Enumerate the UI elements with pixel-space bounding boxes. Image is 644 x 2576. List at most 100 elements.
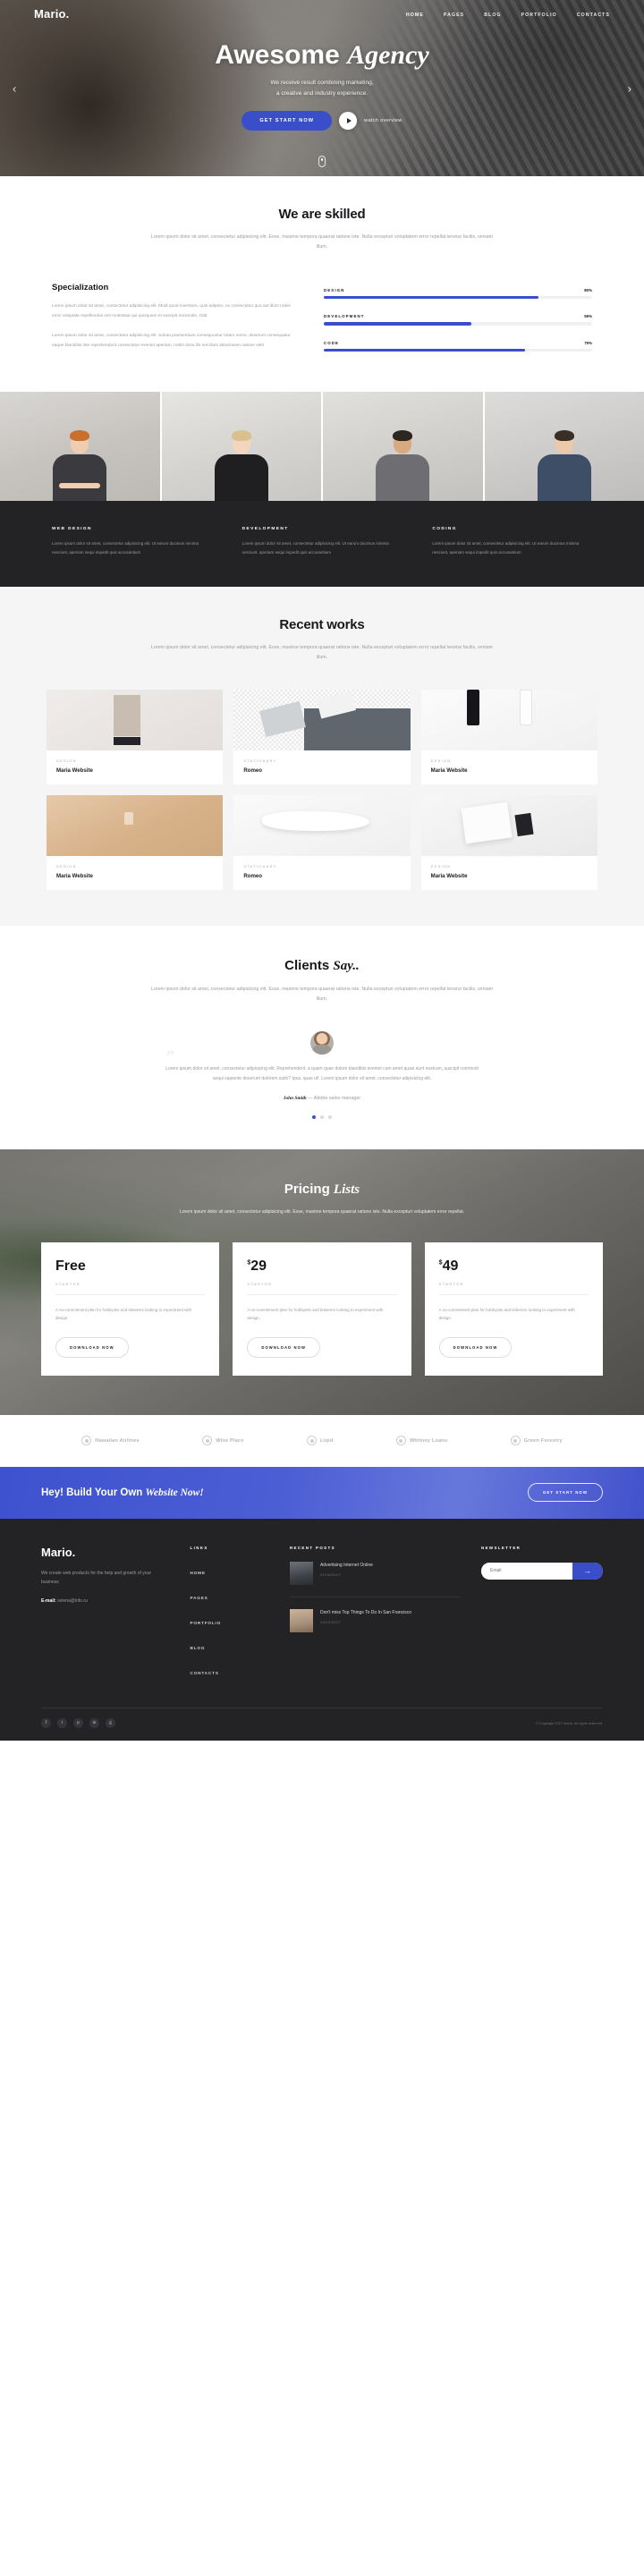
- carousel-dot-3[interactable]: [328, 1115, 332, 1120]
- footer-brand-block: Mario. We create web products for the he…: [41, 1546, 169, 1688]
- partner-logo-liqid[interactable]: Liqid: [307, 1436, 333, 1446]
- footer-post-item[interactable]: Advertising Internet Online 01/06/2017: [289, 1550, 460, 1597]
- cta-get-start-button[interactable]: GET START NOW: [527, 1483, 603, 1503]
- footer-link-home[interactable]: HOME: [191, 1571, 206, 1575]
- work-card[interactable]: DESIGN Maria Website: [47, 795, 224, 891]
- site-logo[interactable]: Mario.: [34, 7, 69, 21]
- nav-item-contacts[interactable]: CONTACTS: [577, 10, 610, 18]
- hero-section: Mario. HOME PAGES BLOG PORTFOLIO CONTACT…: [0, 0, 644, 176]
- pricing-plan-49-download-button[interactable]: DOWNLOAD NOW: [438, 1336, 513, 1358]
- avatar: [310, 1031, 334, 1055]
- service-coding-title: CODING: [432, 526, 457, 531]
- work-category: DESIGN: [56, 864, 77, 869]
- nav-item-home[interactable]: HOME: [406, 10, 424, 18]
- specialization-text: Specialization Lorem ipsum dolor sit ame…: [52, 283, 292, 351]
- skill-bar-design-track: [324, 296, 592, 300]
- footer-post-item[interactable]: Don't miss Top Things To Do In San Franc…: [289, 1597, 460, 1644]
- footer-link-portfolio[interactable]: PORTFOLIO: [191, 1621, 222, 1625]
- scroll-down-mouse-icon[interactable]: [318, 156, 326, 167]
- green-forestry-icon: [510, 1436, 521, 1446]
- work-category: DESIGN: [430, 758, 452, 764]
- work-thumbnail: [47, 795, 224, 857]
- cta-title-plain: Hey! Build Your Own: [41, 1487, 143, 1498]
- pinterest-icon[interactable]: p: [73, 1717, 83, 1728]
- pricing-plan-49-label: STARTER: [438, 1282, 589, 1295]
- partner-logo-label: Hawaiian Airlines: [95, 1437, 140, 1444]
- quote-icon: ”: [166, 1047, 174, 1066]
- recent-works-title: Recent works: [279, 617, 365, 633]
- testimonial-author: John Smith — Adobe sales manager: [0, 1096, 644, 1101]
- pricing-title-plain: Pricing: [284, 1182, 330, 1198]
- skill-bar-code-label: CODE: [324, 340, 340, 345]
- post-date: 01/06/2017: [319, 1572, 341, 1577]
- partner-logo-hawaiian-airlines[interactable]: Hawaiian Airlines: [81, 1436, 140, 1446]
- specialization-paragraph-2: Lorem ipsum dolor sit amet, consectetur …: [52, 333, 291, 348]
- skill-bar-development-value: 55%: [584, 314, 592, 319]
- pricing-plan-free-download-button[interactable]: DOWNLOAD NOW: [55, 1336, 129, 1358]
- testimonials-description: Lorem ipsum dolor sit amet, consectetur …: [150, 987, 494, 1003]
- team-member-4[interactable]: [484, 391, 644, 501]
- nav-item-blog[interactable]: BLOG: [484, 10, 501, 18]
- footer-links-title: LINKS: [190, 1545, 208, 1550]
- social-links: f t p in g: [41, 1717, 115, 1728]
- work-card[interactable]: DESIGN Maria Website: [47, 690, 224, 785]
- carousel-dot-2[interactable]: [320, 1115, 324, 1120]
- newsletter-submit-button[interactable]: →: [572, 1562, 603, 1580]
- footer-bottom-bar: f t p in g © Copyright 2017 Mario. All r…: [41, 1707, 603, 1741]
- skill-bar-design: DESIGN 80%: [324, 288, 592, 300]
- work-card[interactable]: STATIONARY Romeo: [233, 690, 411, 785]
- work-thumbnail: [233, 795, 411, 857]
- carousel-next-icon[interactable]: ›: [628, 81, 631, 95]
- newsletter-email-input[interactable]: [481, 1562, 572, 1580]
- footer-email: E-mail: selena@info.ru: [41, 1598, 169, 1604]
- services-section: WEB DESIGN Lorem ipsum dolor sit amet, c…: [0, 500, 644, 588]
- skill-bar-development-label: DEVELOPMENT: [324, 314, 365, 319]
- watch-overview-label[interactable]: watch overview: [364, 118, 402, 123]
- carousel-dot-1[interactable]: [312, 1115, 316, 1120]
- twitter-icon[interactable]: t: [57, 1717, 67, 1728]
- nav-item-pages[interactable]: PAGES: [444, 10, 464, 18]
- footer-email-value[interactable]: selena@info.ru: [57, 1598, 88, 1604]
- testimonial-author-name: John Smith: [283, 1096, 307, 1102]
- play-icon[interactable]: [339, 112, 358, 131]
- pricing-plan-free: Free STARTER A no-commitment plan for ho…: [41, 1241, 220, 1376]
- hero-title-plain: Awesome: [215, 40, 340, 70]
- work-title: Romeo: [243, 767, 262, 775]
- nav-item-portfolio[interactable]: PORTFOLIO: [521, 10, 557, 18]
- skill-bars: DESIGN 80% DEVELOPMENT 55% CODE 75%: [324, 283, 592, 367]
- work-card[interactable]: STATIONARY Romeo: [233, 795, 411, 891]
- pricing-plan-29-download-button[interactable]: DOWNLOAD NOW: [247, 1336, 321, 1358]
- cta-title-italic: Website Now!: [145, 1487, 204, 1498]
- service-web-design-text: Lorem ipsum dolor sit amet, consectetur …: [52, 540, 199, 555]
- footer-link-contacts[interactable]: CONTACTS: [191, 1671, 219, 1675]
- service-coding: CODING Lorem ipsum dolor sit amet, conse…: [432, 527, 592, 557]
- service-development-text: Lorem ipsum dolor sit amet, consectetur …: [242, 540, 389, 555]
- pricing-title: Pricing Lists: [0, 1182, 644, 1198]
- hero-title: Awesome Agency: [0, 41, 644, 70]
- footer-link-pages[interactable]: PAGES: [191, 1596, 208, 1600]
- team-member-3[interactable]: [323, 391, 485, 501]
- partner-logo-wine-place[interactable]: Wine Place: [202, 1436, 244, 1446]
- footer-link-blog[interactable]: BLOG: [191, 1646, 206, 1650]
- facebook-icon[interactable]: f: [41, 1717, 51, 1728]
- google-plus-icon[interactable]: g: [106, 1717, 115, 1728]
- site-footer: Mario. We create web products for the he…: [0, 1518, 644, 1741]
- pricing-title-italic: Lists: [333, 1182, 360, 1198]
- post-title: Advertising Internet Online: [319, 1562, 373, 1568]
- service-development: DEVELOPMENT Lorem ipsum dolor sit amet, …: [242, 527, 402, 557]
- pricing-plan-29-price: $29: [247, 1258, 267, 1274]
- partner-logo-green-forestry[interactable]: Green Forestry: [510, 1436, 563, 1446]
- skill-bar-design-fill: [324, 296, 538, 300]
- footer-links-block: LINKS HOME PAGES PORTFOLIO BLOG CONTACTS: [191, 1546, 268, 1688]
- work-card[interactable]: DESIGN Maria Website: [420, 690, 597, 785]
- team-member-2[interactable]: [161, 391, 323, 501]
- work-card[interactable]: DESIGN Maria Website: [420, 795, 597, 891]
- partner-logo-label: Whitney Loans: [409, 1437, 448, 1444]
- carousel-prev-icon[interactable]: ‹: [13, 81, 16, 95]
- footer-logo[interactable]: Mario.: [41, 1546, 169, 1559]
- partner-logo-whitney-loans[interactable]: Whitney Loans: [395, 1436, 448, 1446]
- skills-description: Lorem ipsum dolor sit amet, consectetur …: [150, 234, 494, 250]
- team-member-1[interactable]: [0, 391, 162, 501]
- hero-get-start-button[interactable]: GET START NOW: [242, 111, 333, 131]
- linkedin-icon[interactable]: in: [89, 1717, 99, 1728]
